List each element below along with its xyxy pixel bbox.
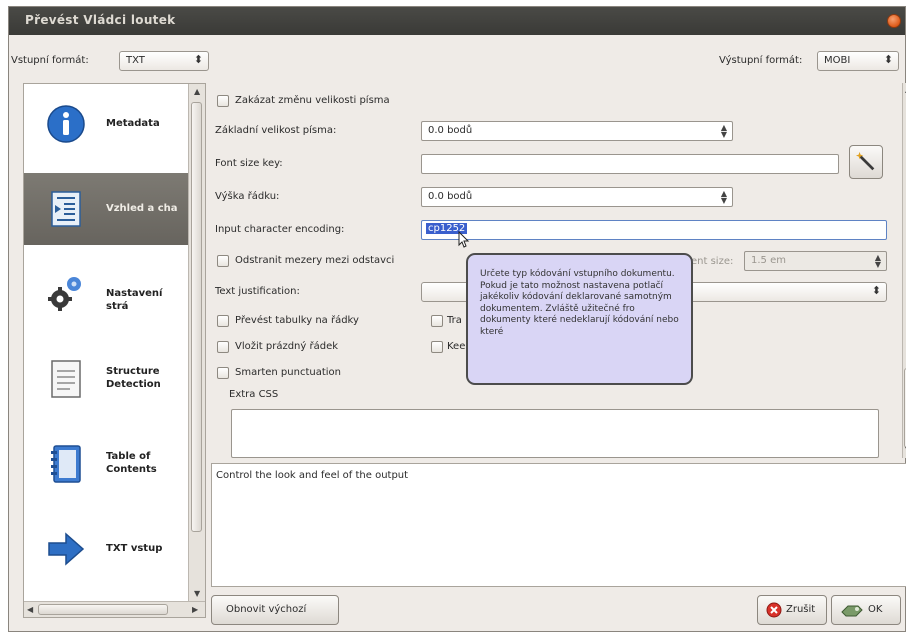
keep-ligatures-checkbox[interactable] — [431, 341, 443, 353]
category-label: Metadata — [106, 118, 160, 129]
mouse-cursor-icon — [458, 231, 470, 248]
cancel-button[interactable]: Zrušit — [757, 595, 827, 625]
category-label: TXT vstup — [106, 543, 163, 554]
category-structure-detection[interactable]: Structure Detection — [24, 343, 188, 415]
category-look-and-feel[interactable]: Vzhled a chа — [24, 173, 188, 245]
keep-ligatures-label: Kee — [447, 341, 466, 352]
tooltip-text: Určete typ kódování vstupního dokumentu.… — [480, 269, 679, 337]
ok-label: OK — [868, 604, 883, 615]
spin-arrows-icon[interactable]: ▲ ▼ — [872, 254, 884, 269]
cancel-icon — [766, 602, 782, 618]
linearize-tables-label: Převést tabulky na řádky — [235, 315, 359, 326]
line-height-spinbox[interactable]: 0.0 bodů ▲ ▼ — [421, 187, 733, 207]
category-table-of-contents[interactable]: Table of Contents — [24, 428, 188, 500]
sidebar-horizontal-scrollbar[interactable]: ◀ ▶ — [24, 601, 205, 617]
info-icon — [47, 105, 85, 143]
insert-blank-line-checkbox[interactable] — [217, 341, 229, 353]
ok-button[interactable]: OK — [831, 595, 901, 625]
magic-wand-icon — [855, 151, 875, 171]
window-title: Převést Vládci loutek — [25, 13, 176, 27]
scroll-right-icon: ▶ — [192, 605, 199, 614]
category-txt-input[interactable]: TXT vstup — [24, 513, 188, 585]
scroll-down-icon: ▼ — [194, 589, 201, 598]
remove-paragraph-spacing-checkbox[interactable] — [217, 255, 229, 267]
encoding-tooltip: Určete typ kódování vstupního dokumentu.… — [466, 253, 693, 385]
font-size-key-label: Font size key: — [215, 158, 283, 169]
category-label: Nastavení strá — [106, 288, 163, 312]
scroll-up-icon: ▲ — [194, 87, 201, 96]
input-encoding-label: Input character encoding: — [215, 224, 345, 235]
convert-dialog: Převést Vládci loutek Vstupní formát: TX… — [8, 6, 906, 632]
combo-arrows-icon: ⬍ — [193, 53, 203, 66]
panel-vertical-scrollbar[interactable]: ▲ ▼ — [902, 83, 906, 458]
close-window-button[interactable] — [887, 14, 901, 28]
restore-defaults-label: Obnovit výchozí — [226, 604, 307, 615]
input-encoding-input[interactable]: cp1252 — [421, 220, 887, 240]
indent-size-spinbox[interactable]: 1.5 em ▲ ▼ — [744, 251, 887, 271]
scrollbar-thumb[interactable] — [191, 102, 202, 532]
transliterate-checkbox[interactable] — [431, 315, 443, 327]
disable-font-rescaling-label: Zakázat změnu velikosti písma — [235, 95, 390, 106]
line-height-label: Výška řádku: — [215, 191, 280, 202]
transliterate-label: Tra — [447, 315, 462, 326]
help-description-box: Control the look and feel of the output — [211, 463, 906, 587]
category-list: Metadata Vzhled a chа Nastavení strá Str… — [23, 83, 206, 618]
input-format-select[interactable]: TXT ⬍ — [119, 51, 209, 71]
base-font-size-value: 0.0 bodů — [428, 125, 473, 136]
base-font-size-label: Základní velikost písma: — [215, 125, 337, 136]
gears-icon — [48, 277, 81, 311]
layout-icon — [51, 191, 81, 227]
document-icon — [51, 360, 81, 398]
spin-arrows-icon[interactable]: ▲ ▼ — [718, 190, 730, 205]
input-format-value: TXT — [126, 55, 145, 66]
category-label: Structure Detection — [106, 366, 161, 390]
restore-defaults-button[interactable]: Obnovit výchozí — [211, 595, 339, 625]
disable-font-rescaling-checkbox[interactable] — [217, 95, 229, 107]
category-label: Table of Contents — [106, 451, 157, 475]
scrollbar-thumb[interactable] — [38, 604, 168, 615]
extra-css-label: Extra CSS — [229, 389, 279, 400]
category-metadata[interactable]: Metadata — [24, 88, 188, 160]
title-bar: Převést Vládci loutek — [9, 7, 905, 35]
smarten-punctuation-checkbox[interactable] — [217, 367, 229, 379]
indent-size-label: ent size: — [691, 256, 734, 267]
output-format-select[interactable]: MOBI ⬍ — [817, 51, 899, 71]
output-format-label: Výstupní formát: — [719, 55, 803, 66]
scroll-left-icon: ◀ — [27, 605, 34, 614]
spin-arrows-icon[interactable]: ▲ ▼ — [718, 124, 730, 139]
cancel-label: Zrušit — [786, 604, 816, 615]
arrow-right-icon — [48, 532, 85, 566]
font-key-wizard-button[interactable] — [849, 145, 883, 179]
remove-paragraph-spacing-label: Odstranit mezery mezi odstavci — [235, 255, 395, 266]
sidebar-vertical-scrollbar[interactable]: ▲ ▼ — [188, 84, 205, 604]
combo-arrows-icon: ⬍ — [871, 284, 881, 297]
indent-size-value: 1.5 em — [751, 255, 786, 266]
notebook-icon — [51, 445, 81, 483]
base-font-size-spinbox[interactable]: 0.0 bodů ▲ ▼ — [421, 121, 733, 141]
smarten-punctuation-label: Smarten punctuation — [235, 367, 341, 378]
font-size-key-input[interactable] — [421, 154, 839, 174]
category-label: Vzhled a chа — [106, 203, 178, 214]
combo-arrows-icon: ⬍ — [883, 53, 893, 66]
line-height-value: 0.0 bodů — [428, 191, 473, 202]
extra-css-textarea[interactable] — [231, 409, 879, 458]
linearize-tables-checkbox[interactable] — [217, 315, 229, 327]
output-format-value: MOBI — [824, 55, 851, 66]
text-justification-label: Text justification: — [215, 286, 300, 297]
input-format-label: Vstupní formát: — [11, 55, 89, 66]
insert-blank-line-label: Vložit prázdný řádek — [235, 341, 339, 352]
category-page-setup[interactable]: Nastavení strá — [24, 258, 188, 330]
help-description-text: Control the look and feel of the output — [216, 470, 409, 481]
ok-hand-icon — [841, 605, 863, 617]
